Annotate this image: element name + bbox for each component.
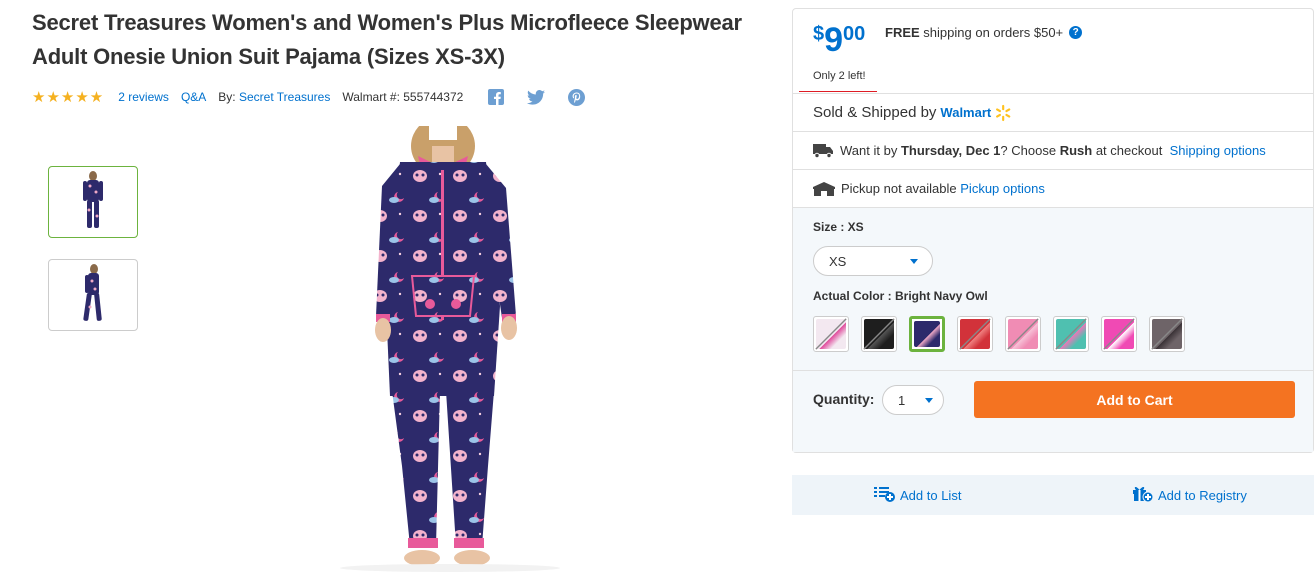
free-shipping-bold: FREE — [885, 25, 920, 40]
free-shipping-text: shipping on orders $50+ — [923, 25, 1064, 40]
pickup-row: Pickup not available Pickup options — [793, 169, 1313, 207]
product-title: Secret Treasures Women's and Women's Plu… — [32, 10, 742, 69]
pickup-options-link[interactable]: Pickup options — [960, 181, 1045, 196]
ship-prefix: Want it by — [840, 143, 898, 158]
size-select-value: XS — [829, 253, 847, 269]
ship-date: Thursday, Dec 1 — [900, 143, 1001, 158]
qa-link[interactable]: Q&A — [181, 90, 206, 104]
main-product-image[interactable] — [290, 116, 620, 576]
add-list-icon — [874, 486, 896, 505]
add-to-registry-label: Add to Registry — [1158, 487, 1247, 503]
price-whole: 9 — [824, 21, 844, 59]
chevron-down-icon — [925, 398, 933, 403]
quantity-select[interactable]: 1 — [882, 385, 944, 415]
unavailable-strike-icon — [1055, 318, 1087, 350]
social-share — [487, 88, 585, 106]
buy-box: $900 FREE shipping on orders $50+ ? Only… — [792, 8, 1314, 453]
color-swatch-leopard[interactable] — [1149, 316, 1185, 352]
add-to-list-label: Add to List — [900, 487, 962, 503]
quantity-value: 1 — [898, 392, 906, 408]
color-swatch-hot-pink[interactable] — [1101, 316, 1137, 352]
walmart-number: 555744372 — [403, 90, 464, 104]
variant-options: Size : XS XS Actual Color : Bright Navy … — [793, 207, 1313, 452]
list-registry-bar: Add to List Add to Registry — [792, 475, 1314, 515]
add-to-cart-button[interactable]: Add to Cart — [974, 381, 1295, 418]
price: $900 — [813, 21, 865, 60]
ship-suffix: at checkout — [1095, 143, 1163, 158]
size-select[interactable]: XS — [813, 246, 933, 276]
color-swatch-black[interactable] — [861, 316, 897, 352]
sold-by-row: Sold & Shipped by Walmart — [793, 93, 1313, 131]
color-swatch-teal-pink[interactable] — [1053, 316, 1089, 352]
store-icon — [813, 181, 835, 196]
help-icon[interactable]: ? — [1069, 26, 1083, 39]
unavailable-strike-icon — [863, 318, 895, 350]
rating-stars[interactable]: ★★★★★ — [32, 88, 104, 106]
quantity-area: Quantity: 1 Add to Cart — [793, 370, 1313, 453]
seller-name[interactable]: Walmart — [940, 105, 991, 120]
stock-notice: Only 2 left! — [813, 70, 866, 82]
brand-link[interactable]: Secret Treasures — [239, 90, 330, 104]
sold-by-text: Sold & Shipped by — [813, 104, 937, 121]
product-meta-row: ★★★★★ 2 reviews Q&A By: Secret Treasures… — [32, 86, 585, 108]
price-cents: 00 — [843, 23, 866, 45]
unavailable-strike-icon — [1151, 318, 1183, 350]
thumbnail-front-image — [83, 171, 103, 228]
chevron-down-icon — [910, 259, 918, 264]
quantity-label: Quantity: — [813, 391, 875, 407]
shipping-row: Want it by Thursday, Dec 1? Choose Rush … — [793, 131, 1313, 169]
price-currency: $ — [813, 23, 825, 45]
color-swatches — [813, 316, 1185, 352]
color-swatch-pink[interactable] — [1005, 316, 1041, 352]
swatch-fill — [914, 321, 940, 347]
thumbnail-side[interactable] — [48, 259, 138, 331]
unavailable-strike-icon — [815, 318, 847, 350]
by-label: By: — [218, 90, 236, 104]
pickup-text: Pickup not available — [841, 181, 957, 196]
unavailable-strike-icon — [959, 318, 991, 350]
facebook-icon[interactable] — [487, 88, 505, 106]
walmart-number-label: Walmart #: — [342, 90, 400, 104]
add-to-registry-button[interactable]: Add to Registry — [1132, 485, 1247, 505]
thumbnail-front[interactable] — [48, 166, 138, 238]
color-label: Actual Color : Bright Navy Owl — [813, 289, 988, 303]
add-to-list-button[interactable]: Add to List — [874, 486, 961, 505]
color-swatch-bright-navy-owl[interactable] — [909, 316, 945, 352]
gift-icon — [1132, 485, 1154, 505]
ship-mid: ? Choose — [1000, 143, 1057, 158]
truck-icon — [813, 143, 834, 158]
reviews-link[interactable]: 2 reviews — [118, 90, 169, 104]
stock-divider — [799, 91, 877, 92]
walmart-spark-icon — [994, 104, 1012, 122]
thumbnail-side-image — [83, 264, 102, 321]
free-shipping-note: FREE shipping on orders $50+ ? — [885, 25, 1083, 40]
color-swatch-white-print[interactable] — [813, 316, 849, 352]
shipping-options-link[interactable]: Shipping options — [1170, 143, 1266, 158]
pinterest-icon[interactable] — [567, 88, 585, 106]
size-label: Size : XS — [813, 220, 864, 234]
twitter-icon[interactable] — [527, 88, 546, 106]
unavailable-strike-icon — [1007, 318, 1039, 350]
ship-rush: Rush — [1059, 143, 1093, 158]
color-swatch-red-plaid[interactable] — [957, 316, 993, 352]
unavailable-strike-icon — [1103, 318, 1135, 350]
